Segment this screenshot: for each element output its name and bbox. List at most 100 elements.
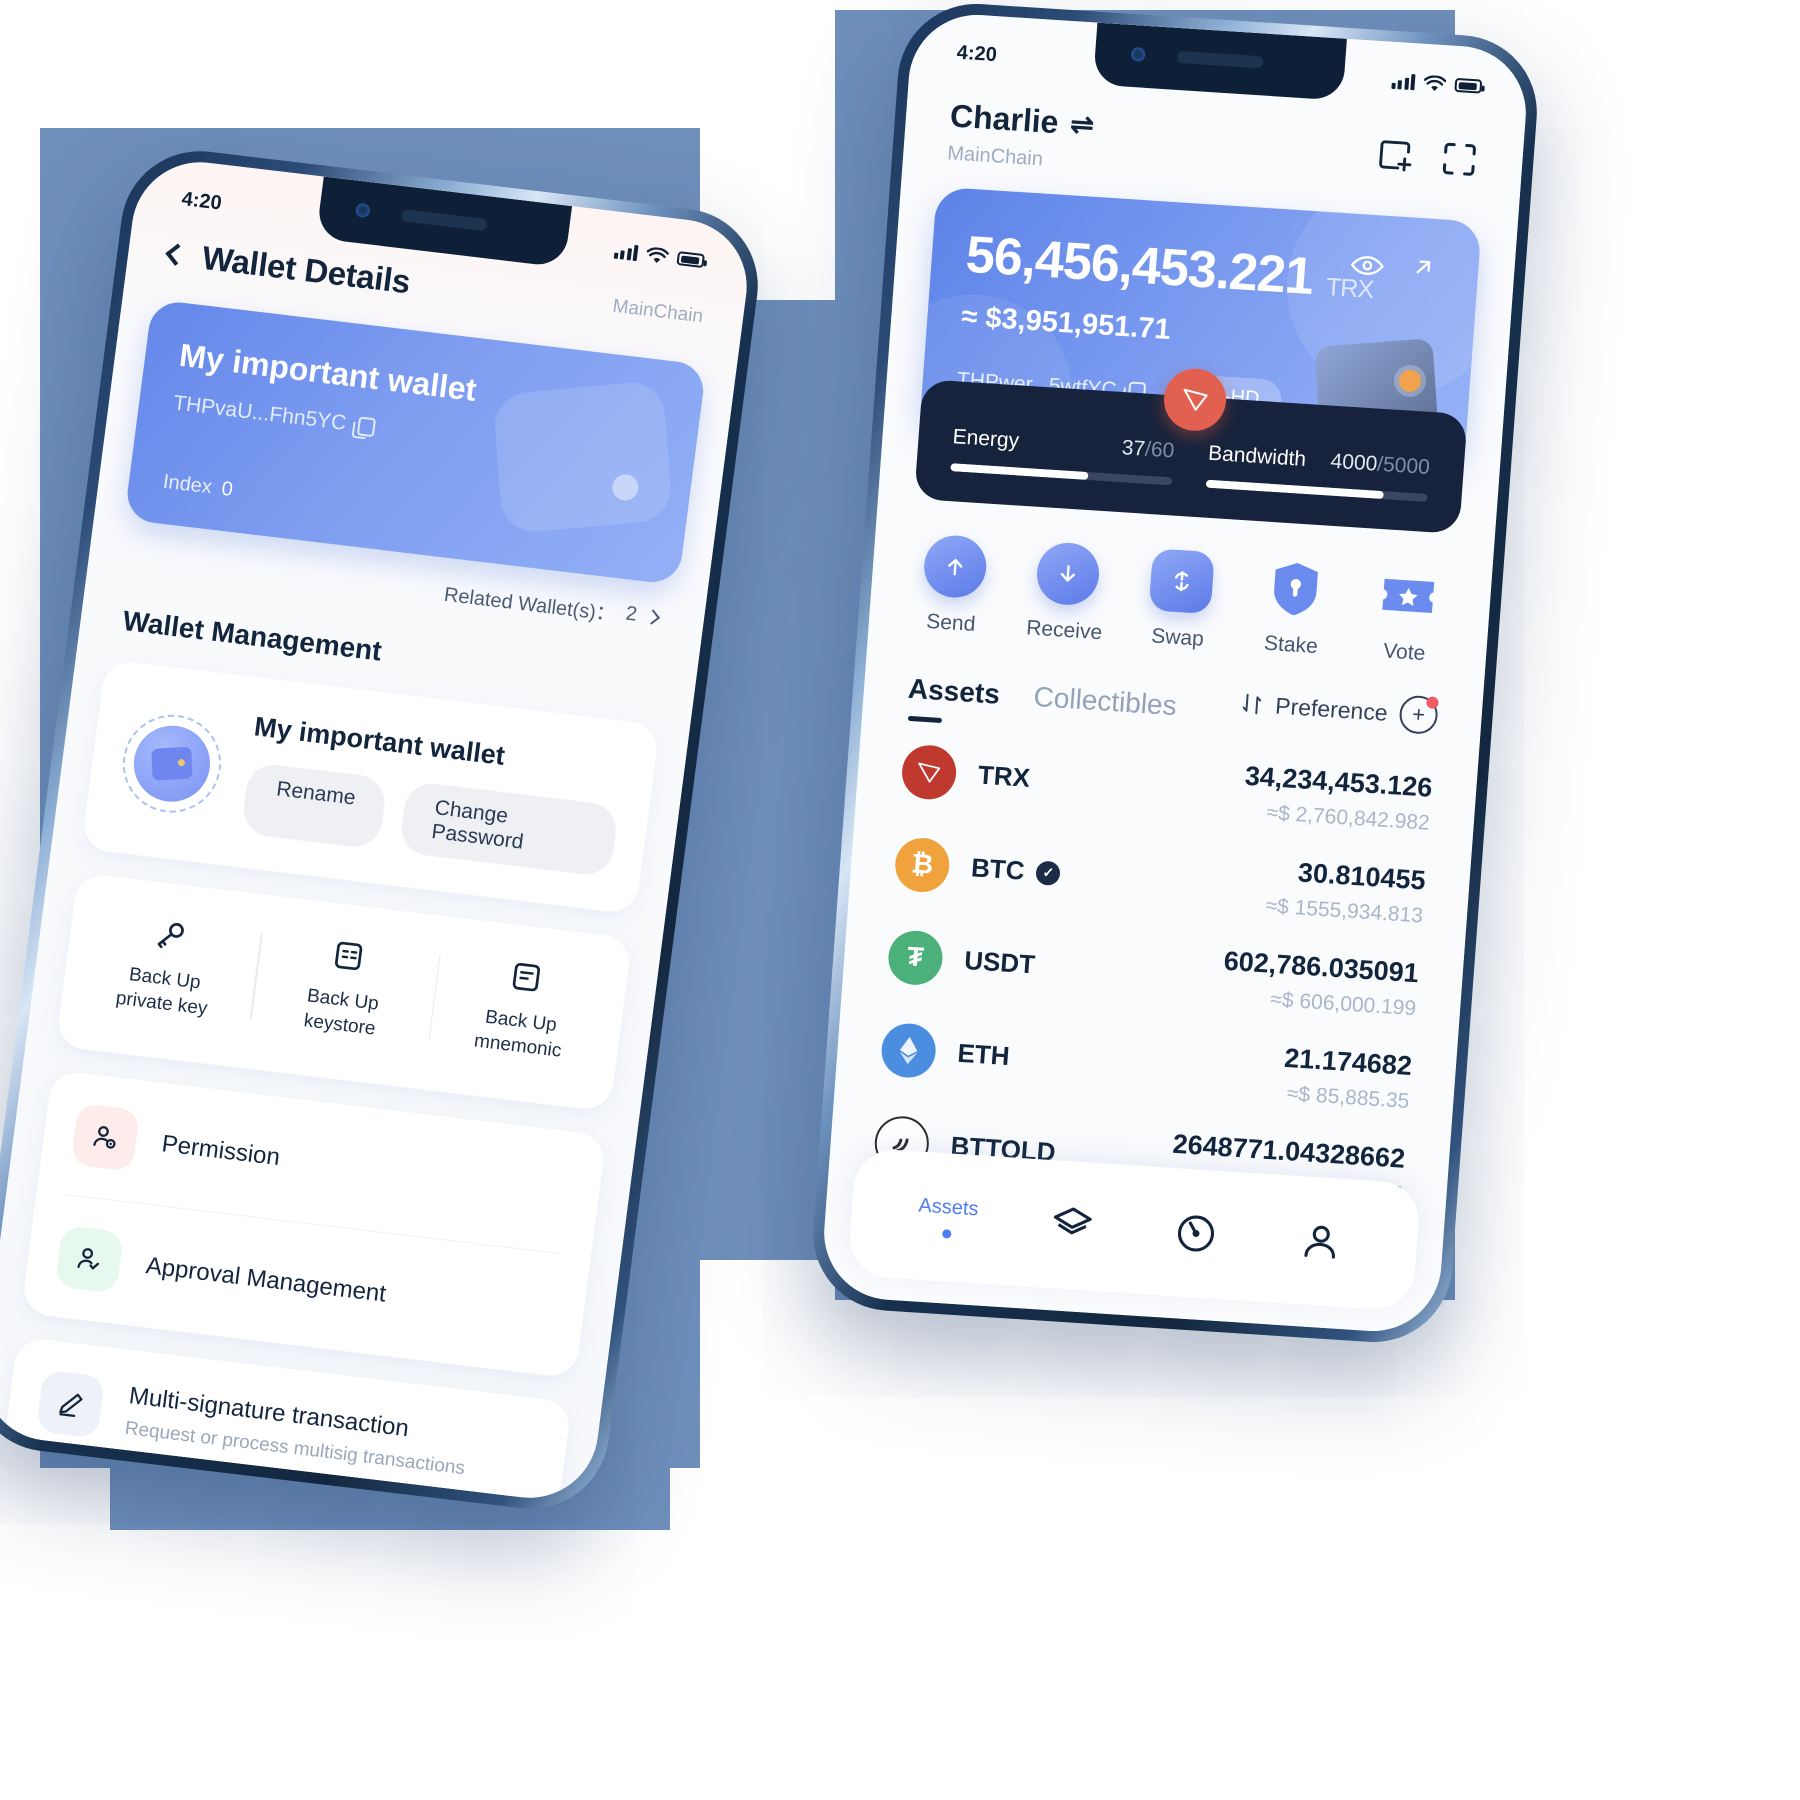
nav-assets[interactable]: Assets (884, 1192, 1011, 1242)
active-indicator-dot (941, 1229, 952, 1239)
front-camera (1130, 46, 1146, 62)
phone-wallet-details: 4:20 Wallet Details MainChain My importa… (0, 142, 768, 1518)
nav-explore[interactable] (1133, 1208, 1260, 1260)
index-value: 0 (220, 477, 235, 501)
profile-icon (1304, 1225, 1335, 1259)
status-time: 4:20 (180, 187, 223, 215)
chevron-left-icon[interactable] (165, 243, 188, 266)
nav-profile[interactable] (1257, 1216, 1384, 1268)
asset-symbol: TRX (976, 759, 1032, 793)
bandwidth-progress (1205, 479, 1428, 502)
add-wallet-icon[interactable] (1375, 135, 1416, 175)
wallet-address: THPvaU...Fhn5YC (171, 391, 348, 435)
permission-panel: Permission Approval Management (20, 1070, 607, 1380)
asset-amount: 21.174682 (1283, 1042, 1413, 1082)
asset-usd: ≈$ 606,000.199 (1269, 987, 1417, 1021)
asset-symbol: ETH (956, 1037, 1011, 1072)
bandwidth-max: 5000 (1382, 453, 1431, 479)
sort-arrows-icon (1243, 693, 1262, 715)
nav-layers[interactable] (1008, 1200, 1135, 1252)
backup-panel: Back Up private key Back Up keystore Bac… (55, 872, 633, 1113)
asset-amount: 602,786.035091 (1222, 945, 1420, 989)
asset-amount: 30.810455 (1296, 857, 1427, 896)
stake-button[interactable]: Stake (1236, 554, 1351, 661)
backup-mnemonic-button[interactable]: Back Up mnemonic (427, 950, 618, 1070)
backup-mnemonic-label: Back Up mnemonic (472, 1006, 563, 1062)
battery-icon (1454, 77, 1483, 94)
arrow-up-icon (921, 533, 989, 600)
asset-symbol: USDT (963, 945, 1037, 980)
chain-label: MainChain (611, 295, 705, 328)
pencil-icon (35, 1370, 106, 1439)
front-camera (354, 202, 371, 219)
change-password-button[interactable]: Change Password (398, 780, 620, 878)
send-button[interactable]: Send (896, 532, 1011, 639)
card-decor (492, 379, 674, 535)
send-label: Send (925, 609, 977, 636)
assets-home-body: Charlie ⇌ MainChain 56,456,453.221 TRX ≈… (819, 10, 1531, 1336)
energy-resource[interactable]: Energy 37/60 (950, 425, 1176, 486)
nav-assets-label: Assets (917, 1194, 980, 1221)
explore-icon (1178, 1215, 1215, 1252)
key-icon (157, 922, 184, 949)
wallet-summary-card[interactable]: My important wallet THPvaU...Fhn5YC Inde… (124, 299, 707, 586)
asset-amount: 34,234,453.126 (1243, 760, 1434, 803)
keystore-file-icon (334, 941, 363, 971)
permission-user-icon (70, 1103, 140, 1173)
receive-button[interactable]: Receive (1010, 540, 1125, 647)
signal-icon (1390, 73, 1416, 91)
asset-amount: 2648771.04328662 (1171, 1128, 1407, 1174)
eye-icon[interactable] (1350, 254, 1386, 278)
scan-qr-icon[interactable] (1439, 139, 1480, 179)
bandwidth-resource[interactable]: Bandwidth 4000/5000 (1205, 441, 1431, 502)
bandwidth-label: Bandwidth (1207, 441, 1307, 471)
approval-user-check-icon (54, 1225, 125, 1295)
share-arrow-icon[interactable] (1409, 253, 1437, 281)
wallet-index: Index 0 (161, 470, 235, 502)
energy-value: 37 (1120, 436, 1146, 461)
tether-coin-icon: ₮ (886, 928, 945, 987)
asset-row[interactable]: ₿ BTC ✓ 30.810455 ≈$ 1555,934.813 (893, 831, 1427, 928)
backup-private-key-button[interactable]: Back Up private key (71, 907, 262, 1027)
approval-management-label: Approval Management (144, 1252, 388, 1308)
wallet-identity-panel: My important wallet Rename Change Passwo… (81, 659, 660, 915)
copy-icon[interactable] (356, 415, 377, 437)
wifi-icon (646, 246, 670, 263)
left-screen: 4:20 Wallet Details MainChain My importa… (0, 154, 755, 1506)
preference-label: Preference (1274, 692, 1389, 726)
vote-label: Vote (1382, 639, 1427, 666)
asset-row[interactable]: ₮ USDT 602,786.035091 ≈$ 606,000.199 (886, 924, 1420, 1021)
add-token-icon[interactable]: + (1398, 694, 1439, 735)
chain-label: MainChain (946, 142, 1044, 171)
vote-button[interactable]: Vote (1350, 562, 1465, 669)
energy-max: 60 (1150, 438, 1176, 463)
related-wallets-count: 2 (624, 602, 639, 626)
account-name: Charlie (948, 97, 1060, 141)
asset-row[interactable]: TRX 34,234,453.126 ≈$ 2,760,842.982 (900, 739, 1434, 836)
index-label: Index (161, 470, 214, 499)
swap-icon (1148, 548, 1215, 615)
verified-badge-icon: ✓ (1035, 860, 1062, 886)
wallet-avatar-icon[interactable] (117, 708, 227, 818)
phone-assets-home: 4:20 Charlie ⇌ MainChain 56,456,453.221 … (807, 0, 1543, 1347)
speaker-grille (1176, 50, 1264, 69)
asset-usd: ≈$ 1555,934.813 (1264, 894, 1424, 928)
wifi-icon (1423, 74, 1447, 91)
backup-keystore-button[interactable]: Back Up keystore (249, 928, 440, 1048)
signal-icon (613, 243, 639, 262)
switch-account-icon[interactable]: ⇌ (1069, 108, 1095, 140)
account-switcher[interactable]: Charlie ⇌ (949, 97, 1095, 143)
permission-label: Permission (160, 1130, 282, 1172)
swap-button[interactable]: Swap (1123, 547, 1238, 654)
mnemonic-doc-icon (513, 963, 541, 992)
rename-button[interactable]: Rename (240, 761, 389, 850)
asset-symbol: BTC (970, 852, 1026, 886)
asset-row[interactable]: ETH 21.174682 ≈$ 85,885.35 (879, 1017, 1413, 1114)
backup-private-key-label: Back Up private key (114, 964, 209, 1020)
ethereum-coin-icon (879, 1021, 938, 1079)
tab-assets[interactable]: Assets (907, 673, 1001, 711)
battery-icon (676, 251, 705, 269)
bandwidth-value: 4000 (1329, 449, 1379, 476)
energy-progress (950, 463, 1173, 486)
bitcoin-coin-icon: ₿ (893, 835, 952, 894)
